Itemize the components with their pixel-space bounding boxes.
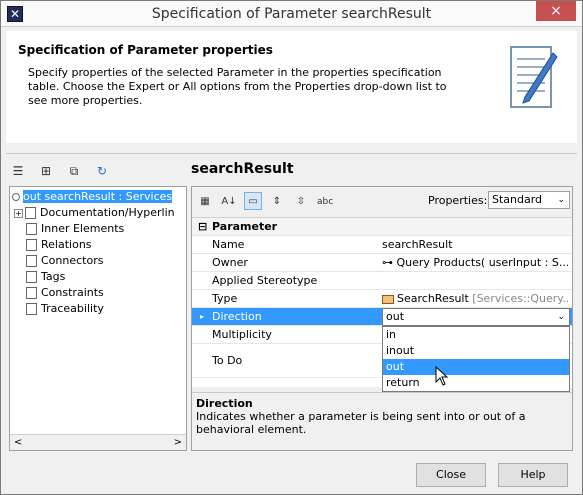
list-icon[interactable]: ☰: [11, 164, 25, 178]
expand-icon[interactable]: +: [14, 209, 23, 218]
property-key: Multiplicity: [212, 328, 272, 341]
document-icon: [26, 255, 37, 267]
tree-item[interactable]: Connectors: [26, 253, 103, 269]
tree-item-label: Traceability: [41, 302, 104, 315]
header-description: Specify properties of the selected Param…: [28, 66, 447, 107]
tree-item-label: Inner Elements: [41, 222, 125, 235]
chevron-down-icon: ⌄: [557, 195, 565, 205]
property-value[interactable]: searchResult: [382, 236, 568, 254]
tree-item-label: Constraints: [41, 286, 104, 299]
window-title: Specification of Parameter searchResult: [151, 6, 432, 22]
tree-item[interactable]: Traceability: [26, 301, 104, 317]
collapse-group-icon[interactable]: ⊟: [198, 218, 207, 236]
spec-element-title: searchResult: [191, 161, 294, 177]
direction-option[interactable]: inout: [383, 343, 569, 359]
mouse-cursor-icon: [435, 366, 449, 386]
document-icon: [25, 207, 36, 219]
sort-icon[interactable]: A↓: [220, 192, 238, 210]
properties-toolbar: ▦ A↓ ▭ ⇕ ⇳ abc: [196, 191, 334, 211]
close-button[interactable]: ×: [536, 1, 576, 21]
property-key: Applied Stereotype: [212, 274, 318, 287]
direction-option[interactable]: out: [383, 359, 569, 375]
document-icon: [26, 223, 37, 235]
view-toggle-icon[interactable]: ▭: [244, 192, 262, 210]
property-row-direction[interactable]: ▸ Direction out ⌄: [192, 308, 572, 326]
property-key: Name: [212, 238, 245, 251]
description-text: Indicates whether a parameter is being s…: [196, 410, 526, 436]
tree-item-label: Documentation/Hyperlin: [40, 206, 175, 219]
chevron-down-icon: ⌄: [557, 312, 565, 322]
close-icon: ×: [550, 3, 562, 19]
property-row-type[interactable]: Type SearchResult [Services::Query...: [192, 290, 572, 308]
properties-grid: ⊟ Parameter Name searchResult Owner ⊶ Qu…: [192, 217, 572, 392]
property-row-owner[interactable]: Owner ⊶ Query Products( userInput : S...: [192, 254, 572, 272]
document-icon: [26, 239, 37, 251]
tree-item[interactable]: Tags: [26, 269, 65, 285]
property-row-name[interactable]: Name searchResult: [192, 236, 572, 254]
properties-selected: Standard: [492, 193, 543, 206]
document-icon: [26, 271, 37, 283]
left-toolbar: ☰ ⊞ ⧉ ↻: [11, 163, 109, 179]
property-value[interactable]: SearchResult [Services::Query...: [382, 290, 568, 308]
spelling-icon[interactable]: abc: [316, 192, 334, 210]
scroll-right-icon[interactable]: >: [174, 435, 182, 450]
description-title: Direction: [196, 397, 253, 410]
property-row-stereotype[interactable]: Applied Stereotype: [192, 272, 572, 290]
horizontal-scrollbar[interactable]: < >: [10, 434, 186, 450]
direction-option[interactable]: return: [383, 375, 569, 391]
navigation-tree: out searchResult : Services + Documentati…: [9, 186, 187, 451]
tree-item[interactable]: Constraints: [26, 285, 104, 301]
owner-value-text: Query Products( userInput : S...: [396, 256, 569, 269]
categorized-icon[interactable]: ▦: [196, 192, 214, 210]
close-dialog-button[interactable]: Close: [416, 463, 486, 487]
group-label: Parameter: [212, 220, 278, 233]
document-icon: [26, 303, 37, 315]
dialog-buttons: Close Help: [416, 463, 568, 487]
parameter-icon: [12, 193, 20, 201]
tree-icon[interactable]: ⊞: [39, 164, 53, 178]
tree-root-label: out searchResult : Services: [23, 190, 173, 203]
tree-item-label: Relations: [41, 238, 92, 251]
tree-item-label: Connectors: [41, 254, 104, 267]
type-value-text: SearchResult: [397, 292, 469, 305]
property-key: Type: [212, 292, 238, 305]
properties-dropdown[interactable]: Standard ⌄: [488, 191, 570, 209]
expand-all-icon[interactable]: ⇕: [268, 192, 286, 210]
document-pen-icon: [510, 46, 558, 108]
direction-dropdown[interactable]: out ⌄: [382, 308, 570, 326]
help-button[interactable]: Help: [498, 463, 568, 487]
header-panel: Specification of Parameter properties Sp…: [6, 31, 577, 143]
direction-value: out: [386, 310, 405, 323]
property-key: Owner: [212, 256, 248, 269]
current-row-icon: ▸: [200, 312, 205, 321]
type-value-suffix: [Services::Query...: [472, 292, 568, 305]
direction-option[interactable]: in: [383, 327, 569, 343]
description-panel: Direction Indicates whether a parameter …: [192, 392, 572, 450]
operation-icon: ⊶: [382, 256, 397, 269]
copy-icon[interactable]: ⧉: [67, 164, 81, 178]
document-icon: [26, 287, 37, 299]
class-icon: [382, 294, 394, 304]
collapse-all-icon[interactable]: ⇳: [292, 192, 310, 210]
specification-window: ✕ Specification of Parameter searchResul…: [0, 0, 583, 495]
tree-root[interactable]: out searchResult : Services: [12, 189, 173, 205]
property-value[interactable]: ⊶ Query Products( userInput : S...: [382, 254, 568, 272]
properties-pane: ▦ A↓ ▭ ⇕ ⇳ abc Properties: Standard ⌄ ⊟ …: [191, 186, 573, 451]
tree-item[interactable]: Inner Elements: [26, 221, 124, 237]
separator: [6, 153, 577, 154]
refresh-icon[interactable]: ↻: [95, 164, 109, 178]
property-key: To Do: [212, 354, 243, 367]
tree-item-label: Tags: [41, 270, 66, 283]
title-bar: ✕ Specification of Parameter searchResul…: [1, 1, 582, 27]
tree-item[interactable]: Relations: [26, 237, 92, 253]
scroll-left-icon[interactable]: <: [14, 435, 22, 450]
direction-options-list: in inout out return: [382, 326, 570, 392]
property-key: Direction: [212, 310, 262, 323]
group-row[interactable]: ⊟ Parameter: [192, 218, 572, 236]
header-title: Specification of Parameter properties: [18, 43, 273, 57]
properties-label: Properties:: [428, 194, 488, 207]
tree-item[interactable]: + Documentation/Hyperlin: [14, 205, 175, 221]
